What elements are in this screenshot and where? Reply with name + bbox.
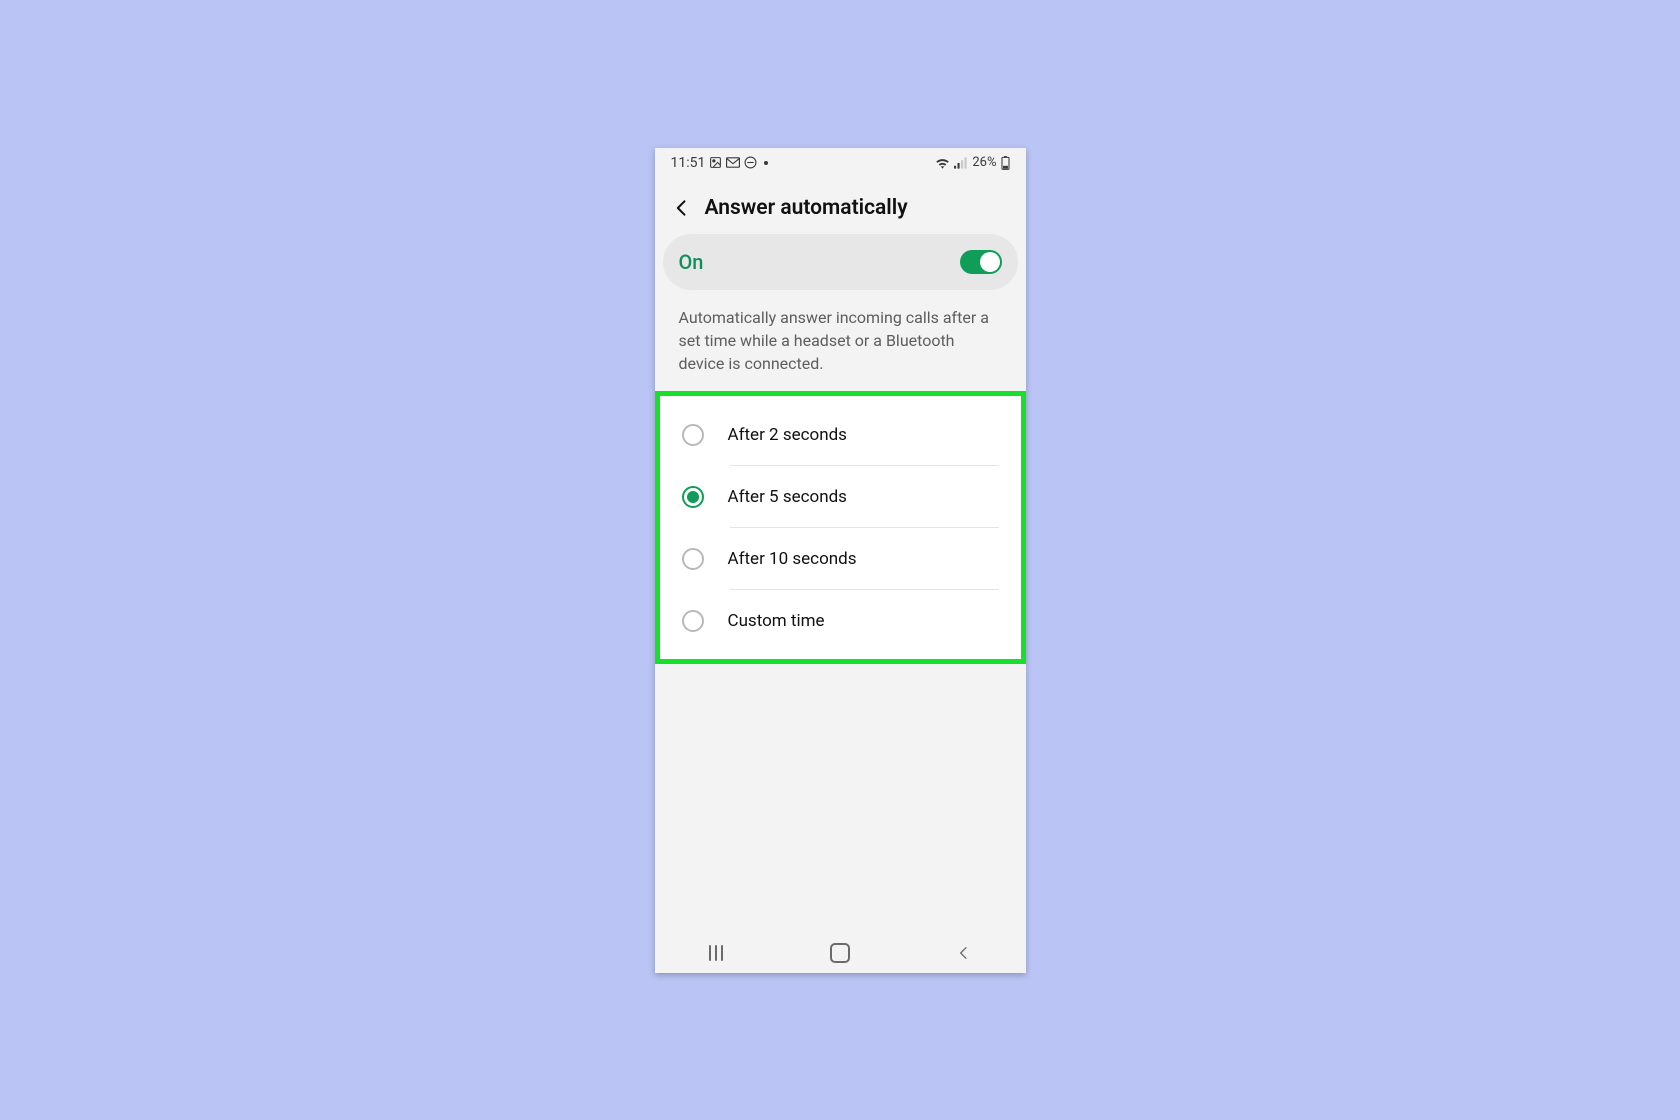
phone-frame: 11:51 26% [655,148,1026,973]
home-icon [830,943,850,963]
radio-icon [682,424,704,446]
master-toggle-row[interactable]: On [663,234,1018,290]
radio-icon [682,548,704,570]
option-label: After 10 seconds [728,549,857,569]
status-bar: 11:51 26% [655,148,1026,178]
back-icon [956,945,972,961]
option-custom-time[interactable]: Custom time [660,590,1021,651]
option-after-5-seconds[interactable]: After 5 seconds [660,466,1021,527]
master-toggle-label: On [679,250,704,274]
recents-icon [709,945,723,961]
timing-options-group: After 2 seconds After 5 seconds After 10… [655,391,1026,664]
master-toggle-switch[interactable] [960,250,1002,274]
page-title: Answer automatically [705,196,908,220]
option-after-10-seconds[interactable]: After 10 seconds [660,528,1021,589]
radio-icon [682,486,704,508]
more-notifications-dot [764,161,768,165]
status-time: 11:51 [671,155,706,171]
nav-home-button[interactable] [810,938,870,968]
nav-back-button[interactable] [934,938,994,968]
option-label: After 2 seconds [728,425,847,445]
status-battery-pct: 26% [972,155,996,170]
nav-recents-button[interactable] [686,938,746,968]
signal-icon [954,157,968,169]
image-icon [709,156,722,169]
option-label: After 5 seconds [728,487,847,507]
feature-description: Automatically answer incoming calls afte… [655,290,1026,386]
gmail-icon [726,157,740,168]
battery-icon [1001,156,1010,170]
page-header: Answer automatically [655,178,1026,234]
option-label: Custom time [728,611,825,631]
radio-icon [682,610,704,632]
wifi-icon [935,157,950,169]
dnd-icon [744,156,757,169]
option-after-2-seconds[interactable]: After 2 seconds [660,404,1021,465]
back-button[interactable] [671,197,693,219]
system-nav-bar [655,933,1026,973]
